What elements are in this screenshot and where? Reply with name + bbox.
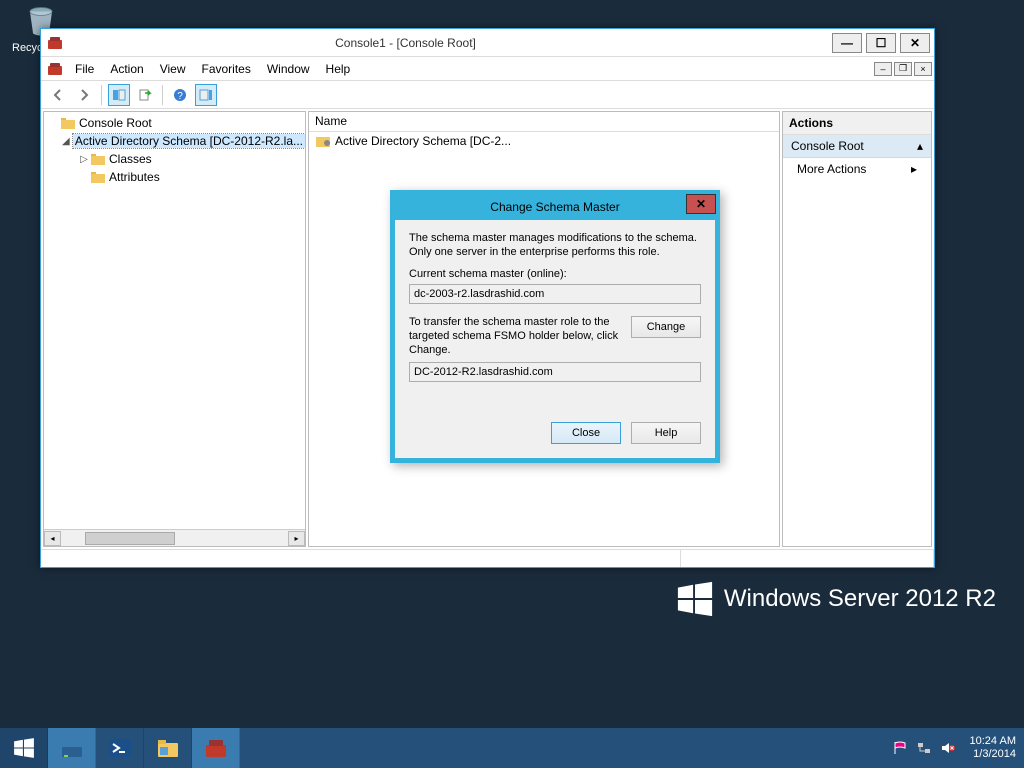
menu-window[interactable]: Window <box>259 60 318 78</box>
taskbar-mmc[interactable] <box>192 728 240 768</box>
tree-label: Console Root <box>79 116 152 130</box>
minimize-button[interactable]: — <box>832 33 862 53</box>
collapse-icon: ▴ <box>917 139 923 153</box>
list-item-label: Active Directory Schema [DC-2... <box>335 134 511 148</box>
windows-logo-icon <box>676 580 714 618</box>
export-list-button[interactable] <box>134 84 156 106</box>
dialog-close-button[interactable]: ✕ <box>686 194 716 214</box>
actions-section-label: Console Root <box>791 139 864 153</box>
list-item[interactable]: Active Directory Schema [DC-2... <box>309 132 779 150</box>
maximize-button[interactable]: ☐ <box>866 33 896 53</box>
transfer-text: To transfer the schema master role to th… <box>409 316 623 357</box>
desktop: Recycle Bin Console1 - [Console Root] — … <box>0 0 1024 768</box>
ad-schema-icon <box>315 134 331 148</box>
help-button[interactable]: ? <box>169 84 191 106</box>
window-title: Console1 - [Console Root] <box>0 36 832 50</box>
tray-volume-icon[interactable] <box>940 740 956 756</box>
tree-console-root[interactable]: Console Root <box>48 114 305 132</box>
current-master-label: Current schema master (online): <box>409 268 701 282</box>
actions-more-actions[interactable]: More Actions ▸ <box>783 158 931 180</box>
tree-label: Attributes <box>109 170 160 184</box>
expander-icon[interactable]: ▷ <box>78 154 90 165</box>
menu-action[interactable]: Action <box>102 60 151 78</box>
statusbar <box>41 549 934 567</box>
os-watermark: Windows Server 2012 R2 <box>676 580 996 618</box>
tree-attributes[interactable]: Attributes <box>48 168 305 186</box>
horizontal-scrollbar[interactable]: ◂ ▸ <box>44 529 305 546</box>
menu-file[interactable]: File <box>67 60 102 78</box>
submenu-arrow-icon: ▸ <box>911 162 917 176</box>
current-master-field <box>409 284 701 304</box>
toolbar-separator <box>101 85 102 105</box>
tray-network-icon[interactable] <box>916 740 932 756</box>
tree-label: Classes <box>109 152 152 166</box>
os-watermark-text: Windows Server 2012 R2 <box>724 585 996 613</box>
forward-button[interactable] <box>73 84 95 106</box>
folder-icon <box>60 116 76 130</box>
show-hide-tree-button[interactable] <box>108 84 130 106</box>
toolbar-separator <box>162 85 163 105</box>
folder-icon <box>90 170 106 184</box>
mdi-restore-button[interactable]: ❐ <box>894 62 912 76</box>
status-cell <box>41 550 681 567</box>
menu-favorites[interactable]: Favorites <box>194 60 259 78</box>
show-hide-action-pane-button[interactable] <box>195 84 217 106</box>
change-button[interactable]: Change <box>631 316 701 338</box>
clock-time: 10:24 AM <box>970 735 1016 748</box>
actions-section-header[interactable]: Console Root ▴ <box>783 135 931 158</box>
folder-icon <box>90 152 106 166</box>
change-schema-master-dialog: Change Schema Master ✕ The schema master… <box>390 190 720 463</box>
actions-item-label: More Actions <box>797 162 866 176</box>
menu-help[interactable]: Help <box>318 60 359 78</box>
tree-label: Active Directory Schema [DC-2012-R2.la..… <box>73 134 305 148</box>
help-dialog-button[interactable]: Help <box>631 422 701 444</box>
menu-view[interactable]: View <box>152 60 194 78</box>
actions-pane: Actions Console Root ▴ More Actions ▸ <box>782 111 932 547</box>
titlebar[interactable]: Console1 - [Console Root] — ☐ ✕ <box>41 29 934 57</box>
taskbar-clock[interactable]: 10:24 AM 1/3/2014 <box>964 735 1016 761</box>
scroll-left-button[interactable]: ◂ <box>44 531 61 546</box>
mdi-close-button[interactable]: × <box>914 62 932 76</box>
taskbar: 10:24 AM 1/3/2014 <box>0 728 1024 768</box>
actions-title: Actions <box>783 112 931 135</box>
back-button[interactable] <box>47 84 69 106</box>
dialog-title: Change Schema Master <box>490 200 619 214</box>
toolbar: ? <box>41 81 934 109</box>
taskbar-server-manager[interactable] <box>48 728 96 768</box>
taskbar-powershell[interactable] <box>96 728 144 768</box>
dialog-titlebar[interactable]: Change Schema Master ✕ <box>394 194 716 220</box>
mdi-minimize-button[interactable]: – <box>874 62 892 76</box>
start-button[interactable] <box>0 728 48 768</box>
tree-ad-schema[interactable]: ◢ Active Directory Schema [DC-2012-R2.la… <box>48 132 305 150</box>
mdi-app-icon <box>47 61 63 77</box>
status-cell <box>681 550 934 567</box>
dialog-intro-text: The schema master manages modifications … <box>409 232 701 260</box>
menubar: File Action View Favorites Window Help –… <box>41 57 934 81</box>
tree-pane[interactable]: Console Root ◢ Active Directory Schema [… <box>43 111 306 547</box>
column-header-name[interactable]: Name <box>309 112 779 132</box>
tray-flag-icon[interactable] <box>892 740 908 756</box>
clock-date: 1/3/2014 <box>970 748 1016 761</box>
svg-text:?: ? <box>177 91 183 102</box>
system-tray: 10:24 AM 1/3/2014 <box>884 728 1024 768</box>
scrollbar-thumb[interactable] <box>85 532 175 545</box>
tree-classes[interactable]: ▷ Classes <box>48 150 305 168</box>
close-button[interactable]: ✕ <box>900 33 930 53</box>
taskbar-explorer[interactable] <box>144 728 192 768</box>
scroll-right-button[interactable]: ▸ <box>288 531 305 546</box>
expander-icon[interactable]: ◢ <box>62 136 70 147</box>
close-dialog-button[interactable]: Close <box>551 422 621 444</box>
target-master-field <box>409 362 701 382</box>
